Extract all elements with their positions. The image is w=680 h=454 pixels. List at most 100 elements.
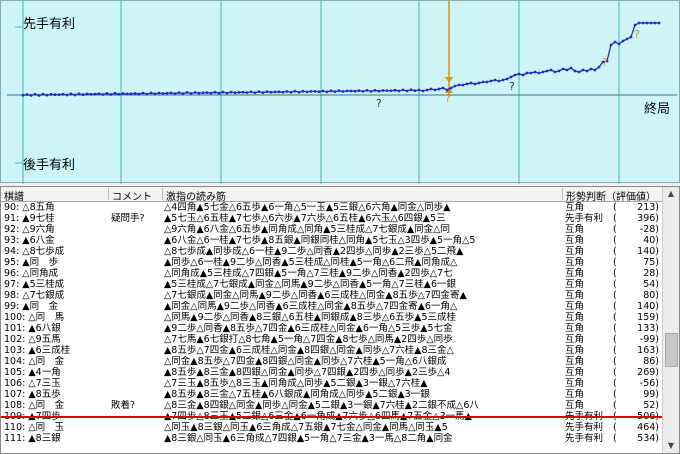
eval-point — [317, 90, 321, 94]
eval-point — [145, 92, 149, 96]
eval-cell: 534) — [637, 433, 659, 444]
eval-point — [265, 90, 269, 93]
eval-cell: 213) — [637, 202, 659, 213]
eval-point — [589, 67, 593, 71]
eval-point — [209, 91, 213, 95]
eval-point — [233, 91, 237, 95]
eval-point — [333, 90, 337, 94]
eval-point — [189, 92, 193, 95]
list-row[interactable]: 102: △9五馬 △7七馬▲6七銀打△8七角▲5一角△7四金▲8七歩△同馬▲2四… — [1, 334, 663, 345]
list-row[interactable]: 90: △8五角 △4四角▲5七金△6五歩▲6一角△5一玉▲5三銀△6六角▲同金△… — [1, 202, 663, 213]
list-row[interactable]: 99: ▲同 金 ▲同金△同馬▲9二歩△同香▲6三成桂△同金▲8五歩△7四金寄▲6… — [1, 301, 663, 312]
eval-open-paren: ( — [613, 290, 617, 301]
move-cell: 108: △同 金 — [4, 400, 65, 411]
move-cell: 101: ▲6八銀 — [4, 323, 61, 334]
eval-point — [261, 91, 265, 95]
eval-point — [593, 68, 597, 72]
list-row[interactable]: 92: △9六角 △9六角▲6八金△6五歩▲同角成△同角▲5三桂成△7七銀成▲同金… — [1, 224, 663, 235]
eval-point — [413, 89, 417, 93]
eval-point — [69, 92, 73, 96]
pv-cell: △7七銀成▲同金△同馬▲9二歩△同香▲6三成桂△同金▲8五歩△7四金寄▲ — [164, 290, 467, 301]
eval-open-paren: ( — [613, 268, 617, 279]
list-row[interactable]: 104: △同 金 △同金▲8五歩△7四金▲8四銀△同金▲同歩△7六桂▲5一角△6… — [1, 356, 663, 367]
eval-point — [349, 89, 353, 93]
list-row[interactable]: 108: △同 金 敗着? △8三金▲8四銀△同金▲同歩△同金▲5二銀▲3一銀▲7六… — [1, 400, 663, 411]
eval-point — [337, 89, 341, 93]
eval-point — [117, 92, 121, 96]
move-cell: 100: △同 馬 — [4, 312, 65, 323]
eval-point — [217, 91, 221, 95]
eval-point — [37, 94, 41, 97]
list-row[interactable]: 98: △7七銀成 △7七銀成▲同金△同馬▲9二歩△同香▲6三成桂△同金▲8五歩△… — [1, 290, 663, 301]
scroll-down-icon[interactable]: ▼ — [665, 439, 677, 453]
eval-point — [165, 91, 169, 95]
list-row[interactable]: 105: ▲4一角 ▲8五歩▲8三金▲8四銀△同金▲同歩△7四銀▲2四歩△同歩▲2… — [1, 367, 663, 378]
eval-point — [105, 92, 109, 95]
pv-cell: △同馬▲9二歩△同香▲8三銀△6五桂▲同銀成▲8三歩△6五歩▲5三成桂 — [164, 312, 457, 323]
list-row[interactable]: 101: ▲6八銀 ▲9二歩△同香▲8五歩△7四金▲6三成桂△同金▲6一角△5三歩… — [1, 323, 663, 334]
list-row[interactable]: 94: △8七歩成 △8七歩成▲同歩成△6一桂▲9二歩△同香▲2四歩△同歩▲2三歩… — [1, 246, 663, 257]
scroll-thumb[interactable] — [665, 333, 678, 367]
eval-point — [553, 70, 557, 74]
eval-open-paren: ( — [613, 312, 617, 323]
eval-point — [565, 68, 569, 72]
scroll-up-icon[interactable]: ▲ — [665, 187, 677, 201]
eval-point — [49, 93, 53, 96]
evaluation-graph[interactable]: 先手有利 後手有利 終局 ? ? ? ? ? — [0, 0, 680, 184]
eval-open-paren: ( — [613, 400, 617, 411]
pv-cell: △9六角▲6八金△6五歩▲同角成△同角▲5三桂成△7七銀成▲同金△同 — [164, 224, 450, 235]
eval-point — [357, 89, 361, 92]
eval-point — [297, 90, 301, 94]
list-row[interactable]: 107: ▲8五歩 ▲8五歩▲8三金△7五桂▲6八銀成▲同角成△同歩▲5二銀▲3一… — [1, 389, 663, 400]
eval-point — [633, 23, 637, 27]
eval-point — [129, 92, 133, 96]
list-row[interactable]: 93: ▲6八金 ▲6八金△6一桂▲7七歩▲8五銀▲同銀同桂△同角▲5七玉△3四歩… — [1, 235, 663, 246]
eval-point — [437, 87, 441, 91]
eval-point — [149, 91, 153, 95]
eval-cell: 159) — [637, 312, 659, 323]
marker-top-arrow — [445, 77, 453, 83]
list-row[interactable]: 110: △同 玉 △同玉▲8三銀△同玉▲6三角成△7五銀▲7七金△同金▲同馬△同… — [1, 422, 663, 433]
header-kifu[interactable]: 棋譜 — [1, 188, 109, 203]
move-cell: 99: ▲同 金 — [4, 301, 59, 312]
eval-point — [85, 92, 89, 96]
eval-cell: 75) — [643, 257, 659, 268]
eval-cell: 52) — [643, 400, 659, 411]
pv-cell: △同角成▲5三桂成△7四銀▲5一角△7三桂▲9二歩△同香▲2四歩△7七 — [164, 268, 453, 279]
eval-point — [341, 90, 345, 93]
list-row[interactable]: 111: ▲8三銀 ▲8三銀△同玉▲6三角成△7四銀▲5一角△7三金▲3一馬△8二… — [1, 433, 663, 444]
pv-cell: ▲同金△同馬▲9二歩△同香▲6三成桂△同金▲8五歩△7四金寄▲6一角△ — [164, 301, 458, 312]
vertical-scrollbar[interactable]: ▲ ▼ — [662, 187, 679, 453]
question-mark-2: ? — [445, 92, 451, 105]
list-row[interactable]: 97: ▲5三桂成 ▲5三桂成△7七銀成▲同金△同馬▲9二歩△同香▲5一角△7三桂… — [1, 279, 663, 290]
list-row[interactable]: 95: ▲同 歩 ▲同歩△6一桂▲9二歩△同香▲5三桂成△同桂▲5一角△6二飛▲同… — [1, 257, 663, 268]
header-pv[interactable]: 激指の読み筋 — [163, 188, 563, 203]
eval-point — [325, 90, 329, 94]
eval-open-paren: ( — [613, 224, 617, 235]
header-comment[interactable]: コメント — [109, 188, 163, 203]
eval-open-paren: ( — [613, 389, 617, 400]
eval-point — [321, 89, 325, 93]
eval-open-paren: ( — [613, 422, 617, 433]
pv-cell: △同金▲8五歩△7四金▲8四銀△同金▲同歩△7六桂▲5一角△6八銀成 — [164, 356, 447, 367]
list-row[interactable]: 106: △7三玉 △7三玉▲8五歩△8三玉▲同角成△同歩▲5二銀▲3一銀△7六桂… — [1, 378, 663, 389]
list-row[interactable]: 100: △同 馬 △同馬▲9二歩△同香▲8三銀△6五桂▲同銀成▲8三歩△6五歩▲… — [1, 312, 663, 323]
move-cell: 95: ▲同 歩 — [4, 257, 59, 268]
eval-point — [653, 21, 657, 25]
eval-point — [465, 82, 469, 86]
list-row[interactable]: 103: ▲6三成桂 ▲8五歩△7四金▲6三成桂△同金▲8四銀△同金▲同歩△7六桂… — [1, 345, 663, 356]
eval-cell: 80) — [643, 290, 659, 301]
eval-point — [533, 70, 537, 74]
list-row[interactable]: 91: ▲9七桂 疑問手? ▲5七玉△6五桂▲7七歩△6六歩▲7六歩△6五桂▲6六玉… — [1, 213, 663, 224]
eval-point — [81, 93, 85, 97]
eval-cell: -28) — [639, 224, 659, 235]
list-row[interactable]: 96: △同角成 △同角成▲5三桂成△7四銀▲5一角△7三桂▲9二歩△同香▲2四歩… — [1, 268, 663, 279]
pv-cell: ▲8五歩△7四金▲6三成桂△同金▲8四銀△同金▲同歩△7六桂▲8三金△ — [164, 345, 454, 356]
header-judgement[interactable]: 形勢判断（評価値） — [563, 188, 665, 203]
eval-point — [481, 80, 485, 84]
eval-point — [417, 88, 421, 92]
eval-open-paren: ( — [613, 345, 617, 356]
move-analysis-list[interactable]: 棋譜 コメント 激指の読み筋 形勢判断（評価値） 90: △8五角 △4四角▲5七… — [0, 186, 680, 454]
eval-point — [445, 88, 449, 92]
eval-point — [493, 78, 497, 82]
